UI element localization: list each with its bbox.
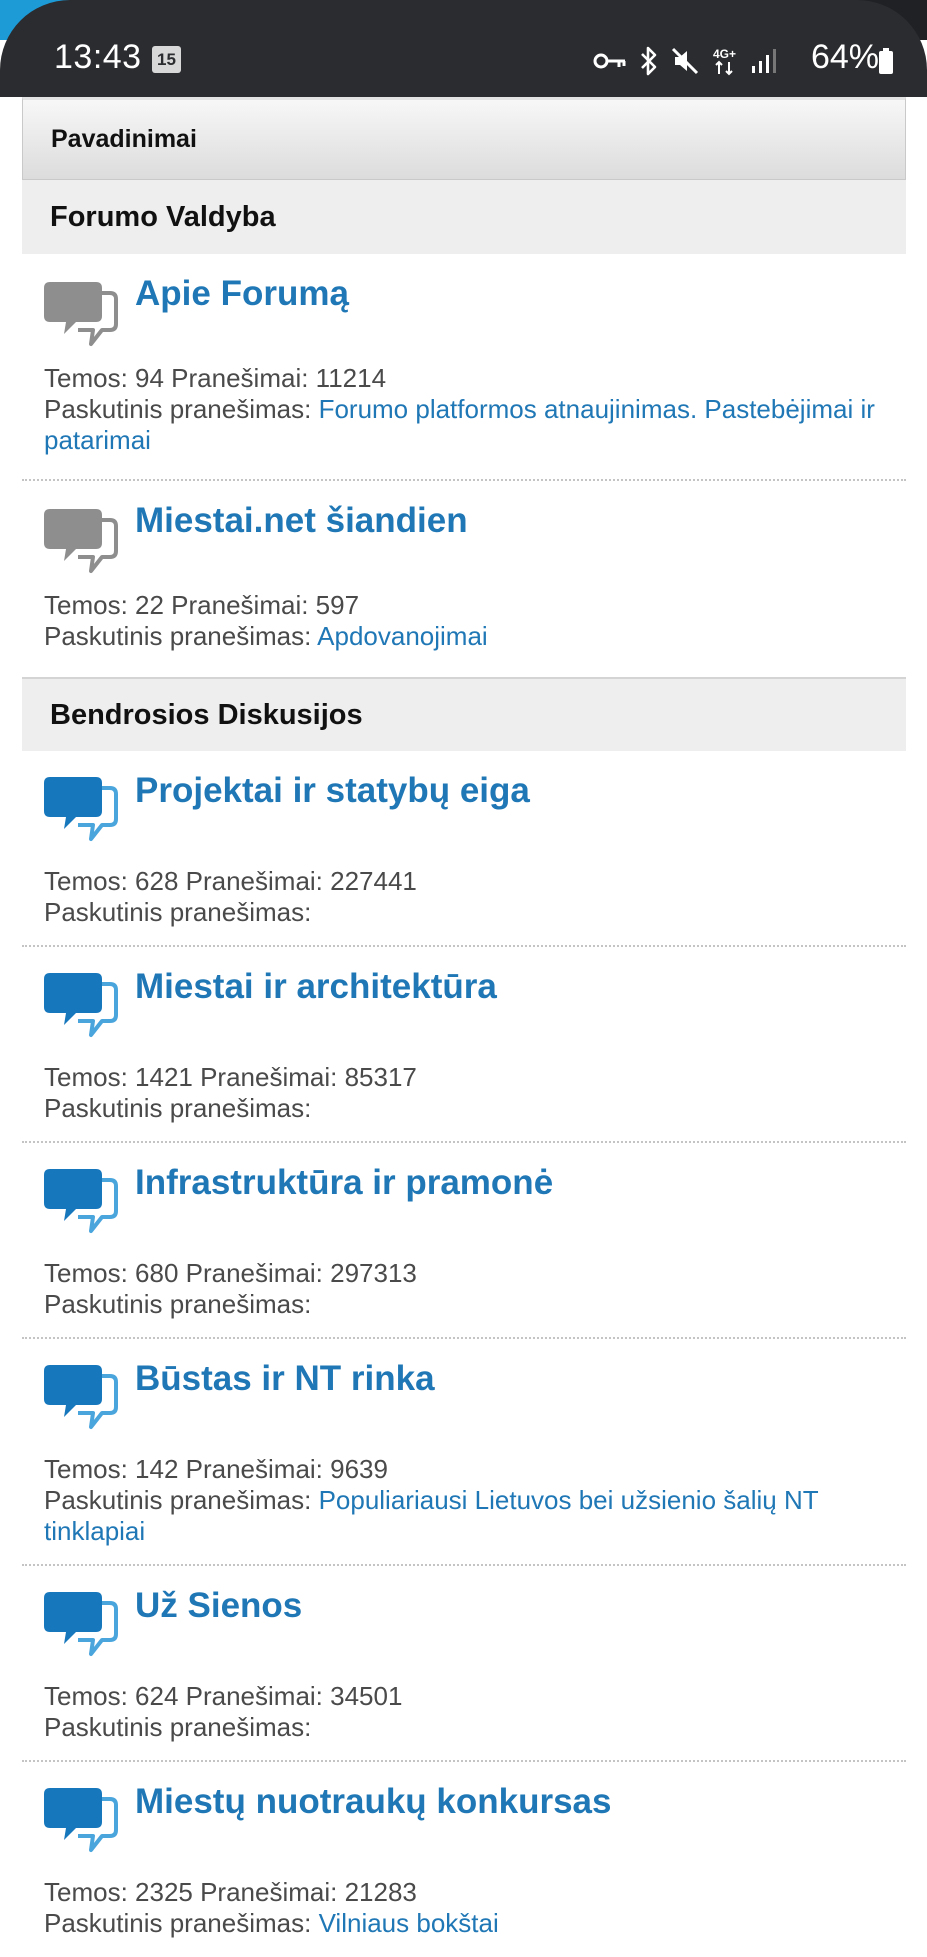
category-list: Forumo Valdyba Apie Forumą Temos: 94 Prane…	[22, 180, 906, 1957]
forum-title-link[interactable]: Miestai ir architektūra	[135, 967, 497, 1007]
last-post-label: Paskutinis pranešimas:	[44, 1289, 312, 1319]
status-time: 13:43	[54, 38, 142, 76]
stats-counts: Temos: 2325 Pranešimai: 21283	[44, 1877, 417, 1907]
4g-plus-icon: 4G+	[713, 47, 736, 76]
forum-title-link[interactable]: Infrastruktūra ir pramonė	[135, 1163, 553, 1203]
gray-speech-bubbles-icon	[44, 509, 118, 573]
last-post: Paskutinis pranešimas:	[44, 1712, 884, 1743]
last-post-label: Paskutinis pranešimas:	[44, 394, 319, 424]
last-post-label: Paskutinis pranešimas:	[44, 897, 312, 927]
svg-text:4G+: 4G+	[713, 47, 736, 61]
forum-title-link[interactable]: Miestų nuotraukų konkursas	[135, 1782, 611, 1822]
last-post-label: Paskutinis pranešimas:	[44, 1485, 319, 1515]
last-post-label: Paskutinis pranešimas:	[44, 1093, 312, 1123]
last-post-label: Paskutinis pranešimas:	[44, 1712, 312, 1742]
forum-row: Būstas ir NT rinka Temos: 142 Pranešimai:…	[22, 1339, 906, 1566]
forum-stats: Temos: 142 Pranešimai: 9639 Paskutinis pr…	[44, 1454, 884, 1547]
blue-speech-bubbles-icon	[44, 1169, 118, 1233]
forum-stats: Temos: 628 Pranešimai: 227441 Paskutinis …	[44, 866, 884, 928]
stats-counts: Temos: 94 Pranešimai: 11214	[44, 363, 387, 393]
stats-counts: Temos: 624 Pranešimai: 34501	[44, 1681, 403, 1711]
stats-counts: Temos: 680 Pranešimai: 297313	[44, 1258, 417, 1288]
forum-row: Miestai.net šiandien Temos: 22 Pranešimai…	[22, 481, 906, 677]
forum-row: Apie Forumą Temos: 94 Pranešimai: 11214 Pa…	[22, 254, 906, 481]
battery-icon	[879, 48, 893, 74]
last-post-label: Paskutinis pranešimas:	[44, 621, 318, 651]
signal-icon	[752, 49, 776, 73]
status-icons: 4G+	[593, 44, 777, 78]
last-post: Paskutinis pranešimas: Apdovanojimai	[44, 621, 884, 652]
last-post: Paskutinis pranešimas: Vilniaus bokštai	[44, 1908, 884, 1939]
forum-row: Už Sienos Temos: 624 Pranešimai: 34501 Pas…	[22, 1566, 906, 1762]
blue-speech-bubbles-icon	[44, 973, 118, 1037]
gray-speech-bubbles-icon	[44, 282, 118, 346]
forum-stats: Temos: 1421 Pranešimai: 85317 Paskutinis …	[44, 1062, 884, 1124]
last-post: Paskutinis pranešimas:	[44, 897, 884, 928]
notification-badge: 15	[152, 46, 181, 73]
forum-stats: Temos: 2325 Pranešimai: 21283 Paskutinis …	[44, 1877, 884, 1939]
battery-percent: 64%	[810, 38, 879, 76]
last-post: Paskutinis pranešimas:	[44, 1289, 884, 1320]
last-post-link[interactable]: Apdovanojimai	[317, 621, 488, 651]
forum-title-link[interactable]: Projektai ir statybų eiga	[135, 771, 530, 811]
stats-counts: Temos: 142 Pranešimai: 9639	[44, 1454, 388, 1484]
last-post: Paskutinis pranešimas: Forumo platformos…	[44, 394, 884, 456]
forum-title-link[interactable]: Miestai.net šiandien	[135, 501, 468, 541]
blue-speech-bubbles-icon	[44, 1592, 118, 1656]
forum-row: Miestai ir architektūra Temos: 1421 Prane…	[22, 947, 906, 1143]
stats-counts: Temos: 1421 Pranešimai: 85317	[44, 1062, 417, 1092]
last-post: Paskutinis pranešimas:	[44, 1093, 884, 1124]
stats-counts: Temos: 628 Pranešimai: 227441	[44, 866, 417, 896]
forum-stats: Temos: 680 Pranešimai: 297313 Paskutinis …	[44, 1258, 884, 1320]
vpn-key-icon	[593, 53, 626, 69]
forum-row: Projektai ir statybų eiga Temos: 628 Pran…	[22, 751, 906, 947]
blue-speech-bubbles-icon	[44, 1788, 118, 1852]
blue-speech-bubbles-icon	[44, 777, 118, 841]
screen: 13:43 15 4G+ 64% Pavadinimai Forumo Vald…	[0, 0, 927, 1957]
last-post: Paskutinis pranešimas: Populiariausi Lie…	[44, 1485, 884, 1547]
last-post-link[interactable]: Vilniaus bokštai	[319, 1908, 499, 1938]
stats-counts: Temos: 22 Pranešimai: 597	[44, 590, 360, 620]
forum-row: Miestų nuotraukų konkursas Temos: 2325 Pr…	[22, 1762, 906, 1957]
forum-stats: Temos: 94 Pranešimai: 11214 Paskutinis pr…	[44, 363, 884, 456]
bluetooth-icon	[641, 46, 657, 76]
category-header: Forumo Valdyba	[22, 180, 906, 254]
category-header: Bendrosios Diskusijos	[22, 677, 906, 751]
status-bar: 13:43 15 4G+ 64%	[0, 0, 927, 97]
forum-title-link[interactable]: Už Sienos	[135, 1586, 302, 1626]
blue-speech-bubbles-icon	[44, 1365, 118, 1429]
forum-index: Pavadinimai Forumo Valdyba Apie Forumą Tem…	[22, 97, 906, 1957]
forum-stats: Temos: 22 Pranešimai: 597 Paskutinis pran…	[44, 590, 884, 652]
table-header: Pavadinimai	[22, 97, 906, 180]
last-post-label: Paskutinis pranešimas:	[44, 1908, 319, 1938]
forum-row: Infrastruktūra ir pramonė Temos: 680 Pran…	[22, 1143, 906, 1339]
mute-icon	[671, 47, 699, 75]
forum-stats: Temos: 624 Pranešimai: 34501 Paskutinis p…	[44, 1681, 884, 1743]
forum-title-link[interactable]: Apie Forumą	[135, 274, 349, 314]
forum-title-link[interactable]: Būstas ir NT rinka	[135, 1359, 435, 1399]
